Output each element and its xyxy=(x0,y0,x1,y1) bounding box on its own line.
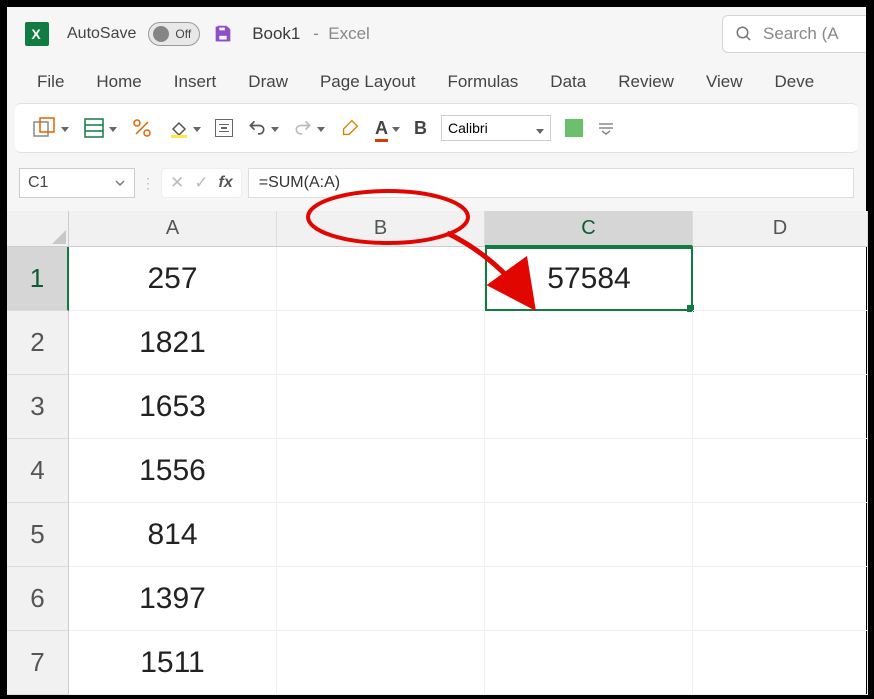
color-swatch-icon xyxy=(565,119,583,137)
cell-B3[interactable] xyxy=(277,375,485,439)
undo-icon xyxy=(247,118,267,138)
name-box-value: C1 xyxy=(28,174,48,192)
cell-D3[interactable] xyxy=(693,375,868,439)
cell-A5[interactable]: 814 xyxy=(69,503,277,567)
font-name-label: Calibri xyxy=(448,120,488,136)
row-header-7[interactable]: 7 xyxy=(7,631,69,695)
autosave-label: AutoSave xyxy=(67,25,136,43)
autosave-state: Off xyxy=(175,27,191,41)
cell-B7[interactable] xyxy=(277,631,485,695)
chevron-down-icon xyxy=(109,127,117,132)
cell-D6[interactable] xyxy=(693,567,868,631)
chevron-down-icon xyxy=(392,127,400,132)
fill-color-swatch[interactable] xyxy=(565,119,583,137)
chevron-down-icon xyxy=(61,127,69,132)
cell-D1[interactable] xyxy=(693,247,868,311)
chevron-down-icon xyxy=(114,177,126,189)
cancel-formula-button[interactable]: ✕ xyxy=(170,173,184,193)
cell-C1[interactable]: 57584 xyxy=(485,247,693,311)
tab-view[interactable]: View xyxy=(704,68,745,96)
cell-A7[interactable]: 1511 xyxy=(69,631,277,695)
font-color-button[interactable]: A xyxy=(375,118,400,139)
formula-input[interactable]: =SUM(A:A) xyxy=(248,168,854,198)
cell-A2[interactable]: 1821 xyxy=(69,311,277,375)
insert-function-button[interactable]: fx xyxy=(219,174,233,192)
align-center-icon xyxy=(215,119,233,137)
tab-formulas[interactable]: Formulas xyxy=(445,68,520,96)
tab-review[interactable]: Review xyxy=(616,68,676,96)
cell-D2[interactable] xyxy=(693,311,868,375)
formula-text: =SUM(A:A) xyxy=(259,174,340,192)
excel-app-icon: X xyxy=(25,22,49,46)
paintbrush-icon xyxy=(339,117,361,139)
tab-data[interactable]: Data xyxy=(548,68,588,96)
column-header-D[interactable]: D xyxy=(693,211,868,247)
cell-C3[interactable] xyxy=(485,375,693,439)
tab-insert[interactable]: Insert xyxy=(172,68,219,96)
percent-format-button[interactable] xyxy=(131,117,153,139)
select-all-corner[interactable] xyxy=(7,211,69,247)
chevron-down-icon xyxy=(317,127,325,132)
tab-draw[interactable]: Draw xyxy=(246,68,290,96)
name-box[interactable]: C1 xyxy=(19,168,135,198)
cell-B5[interactable] xyxy=(277,503,485,567)
column-header-C[interactable]: C xyxy=(485,211,693,247)
toggle-knob-icon xyxy=(153,26,169,42)
tab-page-layout[interactable]: Page Layout xyxy=(318,68,417,96)
tab-file[interactable]: File xyxy=(35,68,66,96)
document-name[interactable]: Book1 xyxy=(252,24,300,44)
save-icon[interactable] xyxy=(212,23,234,45)
addins-button[interactable] xyxy=(33,117,69,139)
format-painter-button[interactable] xyxy=(339,117,361,139)
align-center-button[interactable] xyxy=(215,119,233,137)
more-options-button[interactable] xyxy=(597,121,615,135)
cell-D5[interactable] xyxy=(693,503,868,567)
fill-color-button[interactable] xyxy=(167,117,201,139)
search-icon xyxy=(735,25,753,43)
cell-B2[interactable] xyxy=(277,311,485,375)
cell-A3[interactable]: 1653 xyxy=(69,375,277,439)
cell-B6[interactable] xyxy=(277,567,485,631)
font-select[interactable]: Calibri xyxy=(441,115,551,141)
chevron-down-icon xyxy=(271,127,279,132)
cell-C4[interactable] xyxy=(485,439,693,503)
undo-button[interactable] xyxy=(247,118,279,138)
column-header-A[interactable]: A xyxy=(69,211,277,247)
table-format-button[interactable] xyxy=(83,117,117,139)
cell-C6[interactable] xyxy=(485,567,693,631)
cell-B4[interactable] xyxy=(277,439,485,503)
cell-C5[interactable] xyxy=(485,503,693,567)
cell-B1[interactable] xyxy=(277,247,485,311)
redo-button[interactable] xyxy=(293,118,325,138)
cell-C7[interactable] xyxy=(485,631,693,695)
tab-home[interactable]: Home xyxy=(94,68,143,96)
app-name-label: - Excel xyxy=(308,24,369,44)
row-header-6[interactable]: 6 xyxy=(7,567,69,631)
row-header-4[interactable]: 4 xyxy=(7,439,69,503)
cell-A6[interactable]: 1397 xyxy=(69,567,277,631)
redo-icon xyxy=(293,118,313,138)
cell-C2[interactable] xyxy=(485,311,693,375)
chevron-down-icon xyxy=(536,129,544,134)
accept-formula-button[interactable]: ✓ xyxy=(194,173,208,193)
row-header-2[interactable]: 2 xyxy=(7,311,69,375)
row-header-5[interactable]: 5 xyxy=(7,503,69,567)
chevron-down-icon xyxy=(193,127,201,132)
tab-deve[interactable]: Deve xyxy=(773,68,817,96)
row-header-1[interactable]: 1 xyxy=(7,247,69,311)
row-header-3[interactable]: 3 xyxy=(7,375,69,439)
cell-D7[interactable] xyxy=(693,631,868,695)
cell-D4[interactable] xyxy=(693,439,868,503)
cell-A1[interactable]: 257 xyxy=(69,247,277,311)
column-header-B[interactable]: B xyxy=(277,211,485,247)
cell-A4[interactable]: 1556 xyxy=(69,439,277,503)
autosave-toggle[interactable]: Off xyxy=(148,22,200,46)
bold-button[interactable]: B xyxy=(414,118,427,139)
search-placeholder: Search (A xyxy=(763,24,839,44)
search-field[interactable]: Search (A xyxy=(722,15,866,53)
